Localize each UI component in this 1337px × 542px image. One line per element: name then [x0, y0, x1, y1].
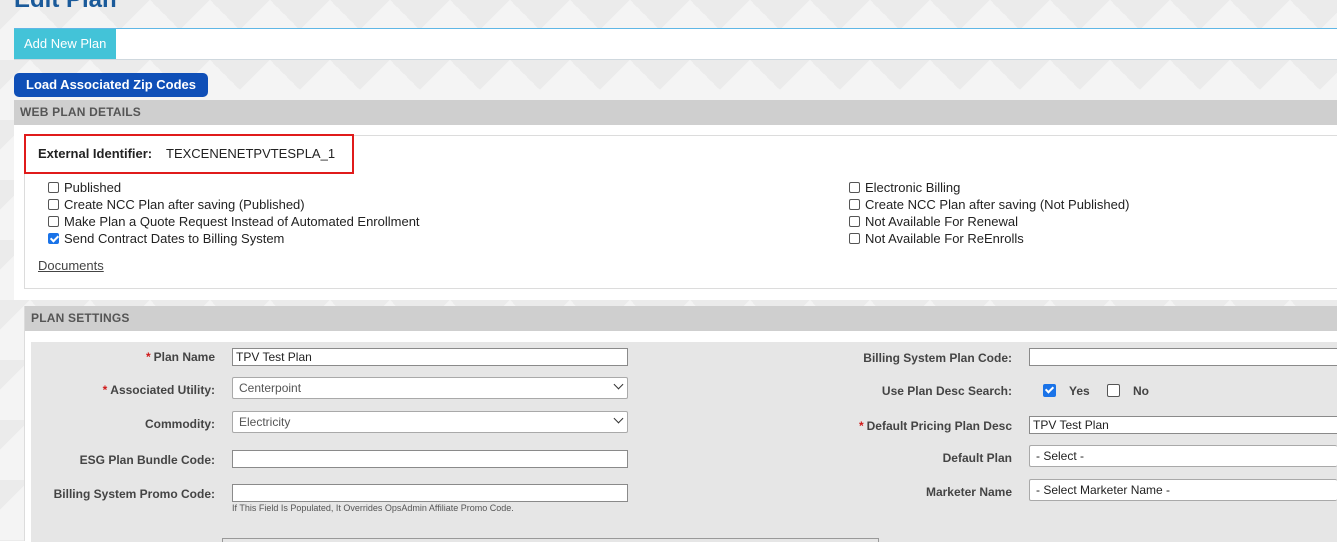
- checkbox-create-ncc-published[interactable]: Create NCC Plan after saving (Published): [48, 196, 305, 213]
- checkbox-box[interactable]: [48, 216, 59, 227]
- use-plan-desc-search-label: Use Plan Desc Search:: [881, 384, 1012, 398]
- tab-bar: Add New Plan: [14, 28, 1337, 60]
- use-plan-desc-yes-label: Yes: [1069, 384, 1090, 398]
- checkbox-send-contract-dates[interactable]: Send Contract Dates to Billing System: [48, 230, 284, 247]
- default-plan-label: Default Plan: [942, 451, 1012, 465]
- plan-name-input[interactable]: TPV Test Plan: [232, 348, 628, 366]
- checkbox-not-available-renewal[interactable]: Not Available For Renewal: [849, 213, 1018, 230]
- external-identifier-value: TEXCENENETPVTESPLA_1: [166, 146, 336, 161]
- checkbox-label: Not Available For Renewal: [865, 214, 1018, 229]
- default-plan-select[interactable]: - Select -: [1029, 445, 1337, 467]
- checkbox-not-available-reenrolls[interactable]: Not Available For ReEnrolls: [849, 230, 1024, 247]
- billing-system-promo-code-input[interactable]: [232, 484, 628, 502]
- marketer-name-select[interactable]: - Select Marketer Name -: [1029, 479, 1337, 501]
- esg-plan-bundle-code-label: ESG Plan Bundle Code:: [79, 453, 215, 467]
- checkbox-published[interactable]: Published: [48, 179, 121, 196]
- chevron-down-icon: [613, 379, 624, 390]
- checkbox-box[interactable]: [849, 233, 860, 244]
- plan-settings-header: PLAN SETTINGS: [25, 306, 1337, 331]
- associated-utility-select[interactable]: Centerpoint: [232, 377, 628, 399]
- billing-system-plan-code-input[interactable]: [1029, 348, 1337, 366]
- checkbox-label: Make Plan a Quote Request Instead of Aut…: [64, 214, 420, 229]
- billing-system-promo-code-label: Billing System Promo Code:: [53, 487, 215, 501]
- default-pricing-plan-desc-input[interactable]: TPV Test Plan: [1029, 416, 1337, 434]
- tab-add-new-plan[interactable]: Add New Plan: [14, 29, 117, 59]
- use-plan-desc-no-label: No: [1133, 384, 1149, 398]
- checkbox-label: Not Available For ReEnrolls: [865, 231, 1024, 246]
- checkbox-box-checked[interactable]: [48, 233, 59, 244]
- required-marker: *: [102, 383, 108, 397]
- default-pricing-plan-desc-label: * Default Pricing Plan Desc: [820, 419, 1012, 433]
- marketer-name-label: Marketer Name: [925, 485, 1012, 499]
- commodity-select[interactable]: Electricity: [232, 411, 628, 433]
- plan-name-label: * Plan Name: [100, 350, 215, 364]
- page-title: Edit Plan: [14, 0, 117, 14]
- checkbox-label: Electronic Billing: [865, 180, 961, 195]
- web-plan-details-header: WEB PLAN DETAILS: [14, 100, 1337, 125]
- checkbox-create-ncc-not-published[interactable]: Create NCC Plan after saving (Not Publis…: [849, 196, 1129, 213]
- checkbox-label: Create NCC Plan after saving (Not Publis…: [865, 197, 1130, 212]
- checkbox-box-checked[interactable]: [1043, 384, 1056, 397]
- default-pricing-plan-desc-label-text: Default Pricing Plan Desc: [866, 419, 1012, 433]
- required-marker: *: [858, 419, 864, 433]
- checkbox-box[interactable]: [849, 199, 860, 210]
- next-field-border: [222, 538, 879, 542]
- commodity-label: Commodity:: [145, 417, 215, 431]
- commodity-value: Electricity: [239, 415, 291, 429]
- checkbox-label: Send Contract Dates to Billing System: [64, 231, 285, 246]
- billing-system-plan-code-label: Billing System Plan Code:: [863, 351, 1012, 365]
- load-zip-codes-button[interactable]: Load Associated Zip Codes: [14, 73, 208, 97]
- external-identifier-box: External Identifier: TEXCENENETPVTESPLA_…: [24, 134, 354, 174]
- associated-utility-value: Centerpoint: [239, 381, 302, 395]
- checkbox-box[interactable]: [48, 182, 59, 193]
- checkbox-label: Published: [64, 180, 122, 195]
- documents-link[interactable]: Documents: [38, 258, 104, 273]
- checkbox-box[interactable]: [48, 199, 59, 210]
- plan-settings-body: [31, 342, 1337, 542]
- associated-utility-label-text: Associated Utility:: [110, 383, 215, 397]
- checkbox-quote-request[interactable]: Make Plan a Quote Request Instead of Aut…: [48, 213, 420, 230]
- chevron-down-icon: [613, 413, 624, 424]
- use-plan-desc-yes[interactable]: [1043, 382, 1061, 399]
- checkbox-box[interactable]: [1107, 384, 1120, 397]
- associated-utility-label: * Associated Utility:: [60, 383, 215, 397]
- esg-plan-bundle-code-input[interactable]: [232, 450, 628, 468]
- use-plan-desc-no[interactable]: [1107, 382, 1125, 399]
- checkbox-box[interactable]: [849, 182, 860, 193]
- checkbox-electronic-billing[interactable]: Electronic Billing: [849, 179, 960, 196]
- required-marker: *: [145, 350, 151, 364]
- plan-name-label-text: Plan Name: [153, 350, 215, 364]
- promo-code-hint: If This Field Is Populated, It Overrides…: [232, 503, 514, 513]
- checkbox-box[interactable]: [849, 216, 860, 227]
- external-identifier-label: External Identifier:: [38, 146, 153, 161]
- checkbox-label: Create NCC Plan after saving (Published): [64, 197, 305, 212]
